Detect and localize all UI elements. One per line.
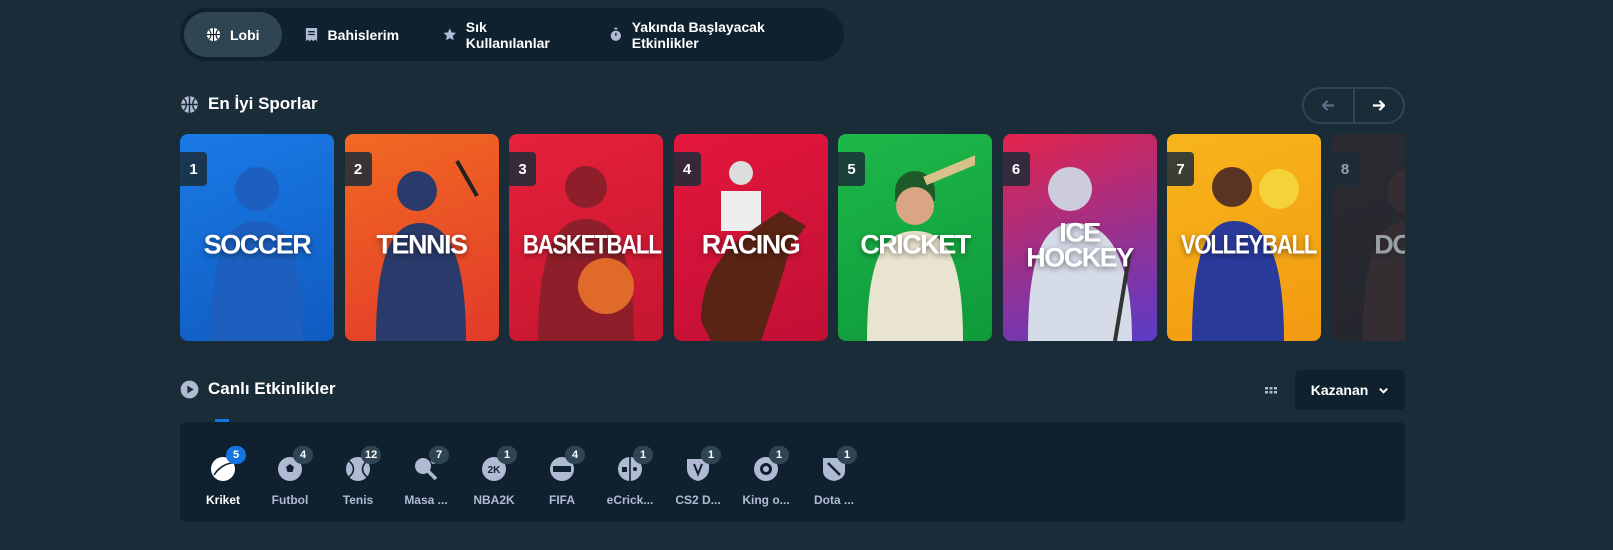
tab-count-badge: 4 — [565, 446, 585, 464]
nav-lobby[interactable]: Lobi — [184, 12, 282, 57]
star-icon — [443, 28, 457, 41]
tab-count-badge: 7 — [429, 446, 449, 464]
carousel-controls — [1302, 87, 1405, 124]
top-sports-title: En İyi Sporlar — [208, 94, 318, 113]
tab-fifa[interactable]: 4 FIFA — [531, 446, 593, 510]
card-title: CRICKET — [860, 229, 971, 259]
tab-soccer[interactable]: 4 Futbol — [259, 446, 321, 510]
live-events-title: Canlı Etkinlikler — [208, 379, 336, 398]
sport-card-dota[interactable]: 8 DOTA — [1331, 134, 1405, 341]
tab-count-badge: 4 — [293, 446, 313, 464]
market-dropdown[interactable]: Kazanan — [1295, 370, 1405, 410]
carousel-next-button[interactable] — [1352, 89, 1404, 122]
sport-card-tennis[interactable]: 2 TENNIS — [344, 134, 499, 341]
tab-dota[interactable]: 1 Dota ... — [803, 446, 865, 510]
tab-label: eCrick... — [606, 493, 654, 507]
sport-card-cricket[interactable]: 5 CRICKET — [838, 134, 992, 341]
tab-count-badge: 1 — [633, 446, 653, 464]
tab-label: Futbol — [271, 493, 309, 507]
tab-cricket[interactable]: 5 Kriket — [192, 446, 254, 510]
card-title: DOTA — [1374, 229, 1405, 259]
tab-count-badge: 5 — [226, 446, 246, 464]
market-dropdown-label: Kazanan — [1310, 382, 1369, 398]
svg-text:2K: 2K — [488, 465, 502, 476]
live-events-heading: Canlı Etkinlikler — [180, 379, 336, 399]
sport-card-racing[interactable]: 4 RACING — [673, 134, 828, 341]
card-title: VOLLEYBALL — [1180, 229, 1318, 259]
grid-view-icon[interactable] — [1263, 383, 1279, 397]
live-sports-tabs: 5 Kriket 4 Futbol 12 Tenis 7 Masa ... 2K… — [180, 422, 1405, 522]
card-rank: 3 — [509, 152, 536, 186]
stopwatch-icon — [610, 27, 622, 41]
nav-my-bets-label: Bahislerim — [327, 26, 400, 43]
tab-tennis[interactable]: 12 Tenis — [327, 446, 389, 510]
tab-label: CS2 D... — [675, 493, 721, 507]
sport-card-volleyball[interactable]: 7 VOLLEYBALL — [1167, 134, 1321, 341]
tab-count-badge: 1 — [769, 446, 789, 464]
arrow-right-icon — [1373, 100, 1386, 111]
card-rank: 7 — [1167, 152, 1194, 186]
nav-favourites-label: Sık Kullanılanlar — [465, 18, 550, 51]
tab-label: Tenis — [342, 493, 374, 507]
card-rank: 5 — [838, 152, 865, 186]
nav-upcoming-label: Yakında Başlayacak Etkinlikler — [631, 18, 765, 51]
top-sports-heading: En İyi Sporlar — [180, 94, 318, 114]
sport-card-soccer[interactable]: 1 SOCCER — [180, 134, 334, 341]
sport-card-basketball[interactable]: 3 BASKETBALL — [509, 134, 663, 341]
nav-my-bets[interactable]: Bahislerim — [282, 12, 422, 57]
tab-label: Kriket — [205, 493, 240, 507]
tab-label: Masa ... — [404, 493, 448, 507]
card-title: ICE HOCKEY — [1026, 217, 1134, 272]
play-circle-icon — [180, 380, 199, 398]
card-title: TENNIS — [376, 229, 468, 259]
card-rank: 2 — [344, 152, 372, 186]
basketball-icon — [181, 95, 198, 113]
tab-count-badge: 1 — [837, 446, 857, 464]
tab-table-tennis[interactable]: 7 Masa ... — [395, 446, 457, 510]
nav-favourites[interactable]: Sık Kullanılanlar — [421, 12, 587, 57]
tab-count-badge: 1 — [497, 446, 517, 464]
tab-nba2k[interactable]: 2K 1 NBA2K — [463, 446, 525, 510]
basketball-icon — [206, 27, 221, 42]
betslip-icon — [305, 27, 317, 42]
tab-king-of-glory[interactable]: 1 King o... — [735, 446, 797, 510]
tab-ecricket[interactable]: 1 eCrick... — [599, 446, 661, 510]
card-rank: 1 — [180, 152, 207, 186]
arrow-left-icon — [1321, 100, 1334, 111]
sport-card-ice-hockey[interactable]: 6 ICE HOCKEY — [1002, 134, 1157, 341]
nav-lobby-label: Lobi — [230, 26, 260, 43]
card-rank: 8 — [1331, 152, 1359, 186]
tab-count-badge: 1 — [701, 446, 721, 464]
card-title: RACING — [701, 229, 801, 259]
chevron-down-icon — [1379, 387, 1389, 394]
top-nav: Lobi Bahislerim Sık Kullanılanlar Yakınd… — [180, 8, 844, 61]
nav-upcoming[interactable]: Yakında Başlayacak Etkinlikler — [587, 12, 840, 57]
carousel-prev-button[interactable] — [1304, 89, 1353, 122]
card-title: SOCCER — [203, 229, 312, 259]
tab-cs2[interactable]: 1 CS2 D... — [667, 446, 729, 510]
tab-label: FIFA — [549, 493, 575, 507]
top-sports-carousel: 1 SOCCER 2 TENNIS 3 BASKETBALL 4 RACING … — [180, 134, 1405, 341]
card-title: BASKETBALL — [522, 229, 662, 259]
card-rank: 4 — [673, 152, 701, 186]
card-rank: 6 — [1002, 152, 1030, 186]
tab-label: King o... — [742, 493, 790, 507]
tab-count-badge: 12 — [361, 446, 382, 464]
tab-label: NBA2K — [473, 493, 515, 507]
tab-label: Dota ... — [813, 493, 854, 507]
